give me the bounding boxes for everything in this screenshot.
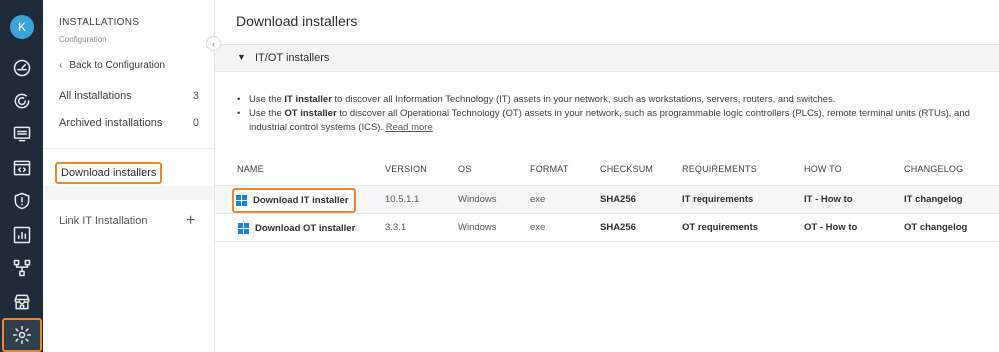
download-label: Download IT installer <box>253 195 349 206</box>
how-to-link[interactable]: OT - How to <box>804 222 857 233</box>
chevron-left-icon: ‹ <box>212 38 215 49</box>
store-icon[interactable] <box>9 289 34 314</box>
column-header: CHECKSUM <box>600 164 654 174</box>
version-cell: 10.5.1.1 <box>385 194 420 205</box>
back-link-label: Back to Configuration <box>69 60 165 71</box>
dashboard-icon[interactable] <box>9 55 34 80</box>
sidebar-item-archived-installations[interactable]: Archived installations 0 <box>59 117 199 129</box>
changelog-link[interactable]: IT changelog <box>904 194 963 205</box>
divider <box>43 148 214 149</box>
sidebar-subtitle: Configuration <box>59 35 107 44</box>
windows-icon <box>238 223 249 234</box>
table-row: Download IT installer 10.5.1.1 Windows e… <box>215 186 999 214</box>
section-header[interactable]: ▼ IT/OT installers <box>215 44 999 72</box>
network-icon[interactable] <box>9 255 34 280</box>
os-cell: Windows <box>458 194 497 205</box>
table-header: NAME VERSION OS FORMAT CHECKSUM REQUIREM… <box>215 153 999 186</box>
reports-icon[interactable] <box>9 222 34 247</box>
sidebar-item-all-installations[interactable]: All installations 3 <box>59 90 199 102</box>
read-more-link[interactable]: Read more <box>386 122 433 133</box>
requirements-link[interactable]: OT requirements <box>682 222 758 233</box>
column-header: HOW TO <box>804 164 842 174</box>
sidebar-item-label: All installations <box>59 90 132 102</box>
version-cell: 3.3.1 <box>385 222 407 233</box>
column-header: FORMAT <box>530 164 569 174</box>
column-header: VERSION <box>385 164 427 174</box>
column-header: NAME <box>237 164 264 174</box>
table-row: Download OT installer 3.3.1 Windows exe … <box>215 214 999 242</box>
code-window-icon[interactable] <box>9 155 34 180</box>
sidebar-item-count: 3 <box>192 90 199 102</box>
installations-sidebar: INSTALLATIONS Configuration ‹ Back to Co… <box>43 0 215 352</box>
how-to-link[interactable]: IT - How to <box>804 194 853 205</box>
link-it-installation-label[interactable]: Link IT Installation <box>59 215 147 227</box>
os-cell: Windows <box>458 222 497 233</box>
user-avatar[interactable]: K <box>10 15 34 39</box>
main-content: Download installers ▼ IT/OT installers U… <box>215 0 999 352</box>
shield-alert-icon[interactable] <box>9 188 34 213</box>
page-title: Download installers <box>236 13 358 29</box>
format-cell: exe <box>530 222 546 233</box>
installers-table: NAME VERSION OS FORMAT CHECKSUM REQUIREM… <box>215 153 999 242</box>
changelog-link[interactable]: OT changelog <box>904 222 967 233</box>
installer-description: Use the IT installer to discover all Inf… <box>237 93 987 135</box>
ot-installer-bullet: Use the OT installer to discover all Ope… <box>237 107 987 135</box>
column-header: CHANGELOG <box>904 164 964 174</box>
it-installer-bullet: Use the IT installer to discover all Inf… <box>237 93 987 107</box>
inventory-icon[interactable] <box>9 121 34 146</box>
plus-icon[interactable]: + <box>186 212 195 230</box>
windows-icon <box>236 195 247 206</box>
avatar-letter: K <box>17 20 26 34</box>
sidebar-item-count: 0 <box>192 117 199 129</box>
chevron-left-icon: ‹ <box>59 60 63 71</box>
checksum-link[interactable]: SHA256 <box>600 222 636 233</box>
column-header: REQUIREMENTS <box>682 164 757 174</box>
icon-rail: K <box>0 0 43 352</box>
format-cell: exe <box>530 194 546 205</box>
section-title: IT/OT installers <box>255 52 330 64</box>
back-to-configuration-link[interactable]: ‹ Back to Configuration <box>59 60 165 71</box>
sidebar-item-label: Archived installations <box>59 117 163 129</box>
column-header: OS <box>458 164 472 174</box>
collapse-sidebar-button[interactable]: ‹ <box>206 36 221 51</box>
download-ot-installer-button[interactable]: Download OT installer <box>236 218 360 239</box>
settings-icon[interactable] <box>9 322 34 347</box>
sidebar-item-download-installers[interactable]: Download installers <box>55 162 163 184</box>
download-it-installer-button[interactable]: Download IT installer <box>232 188 356 213</box>
sidebar-title: INSTALLATIONS <box>59 17 140 28</box>
checksum-link[interactable]: SHA256 <box>600 194 636 205</box>
caret-down-icon: ▼ <box>237 52 246 62</box>
requirements-link[interactable]: IT requirements <box>682 194 753 205</box>
download-label: Download OT installer <box>255 223 356 234</box>
sidebar-spacer <box>43 186 214 200</box>
guardicore-icon[interactable] <box>9 88 34 113</box>
